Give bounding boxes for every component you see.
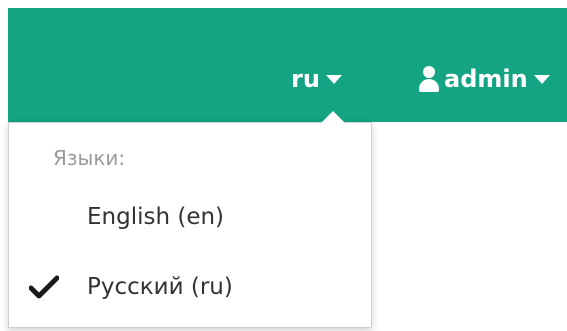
top-navbar: ru admin xyxy=(8,8,567,122)
language-dropdown-toggle[interactable]: ru xyxy=(291,58,342,100)
language-toggle-label: ru xyxy=(291,65,320,93)
language-dropdown-menu: Языки: English (en) Русский (ru) xyxy=(8,111,372,328)
user-toggle-label: admin xyxy=(444,65,528,93)
dropdown-pointer xyxy=(321,111,345,123)
user-dropdown-toggle[interactable]: admin xyxy=(418,58,550,100)
language-option-ru[interactable]: Русский (ru) xyxy=(9,261,371,313)
caret-down-icon xyxy=(325,74,342,84)
caret-down-icon xyxy=(533,74,550,84)
language-menu-header: Языки: xyxy=(53,146,126,170)
language-option-label: English (en) xyxy=(87,204,225,230)
checkmark-icon xyxy=(29,275,59,299)
language-option-label: Русский (ru) xyxy=(87,274,233,300)
language-option-en[interactable]: English (en) xyxy=(9,191,371,243)
user-icon xyxy=(418,66,440,92)
